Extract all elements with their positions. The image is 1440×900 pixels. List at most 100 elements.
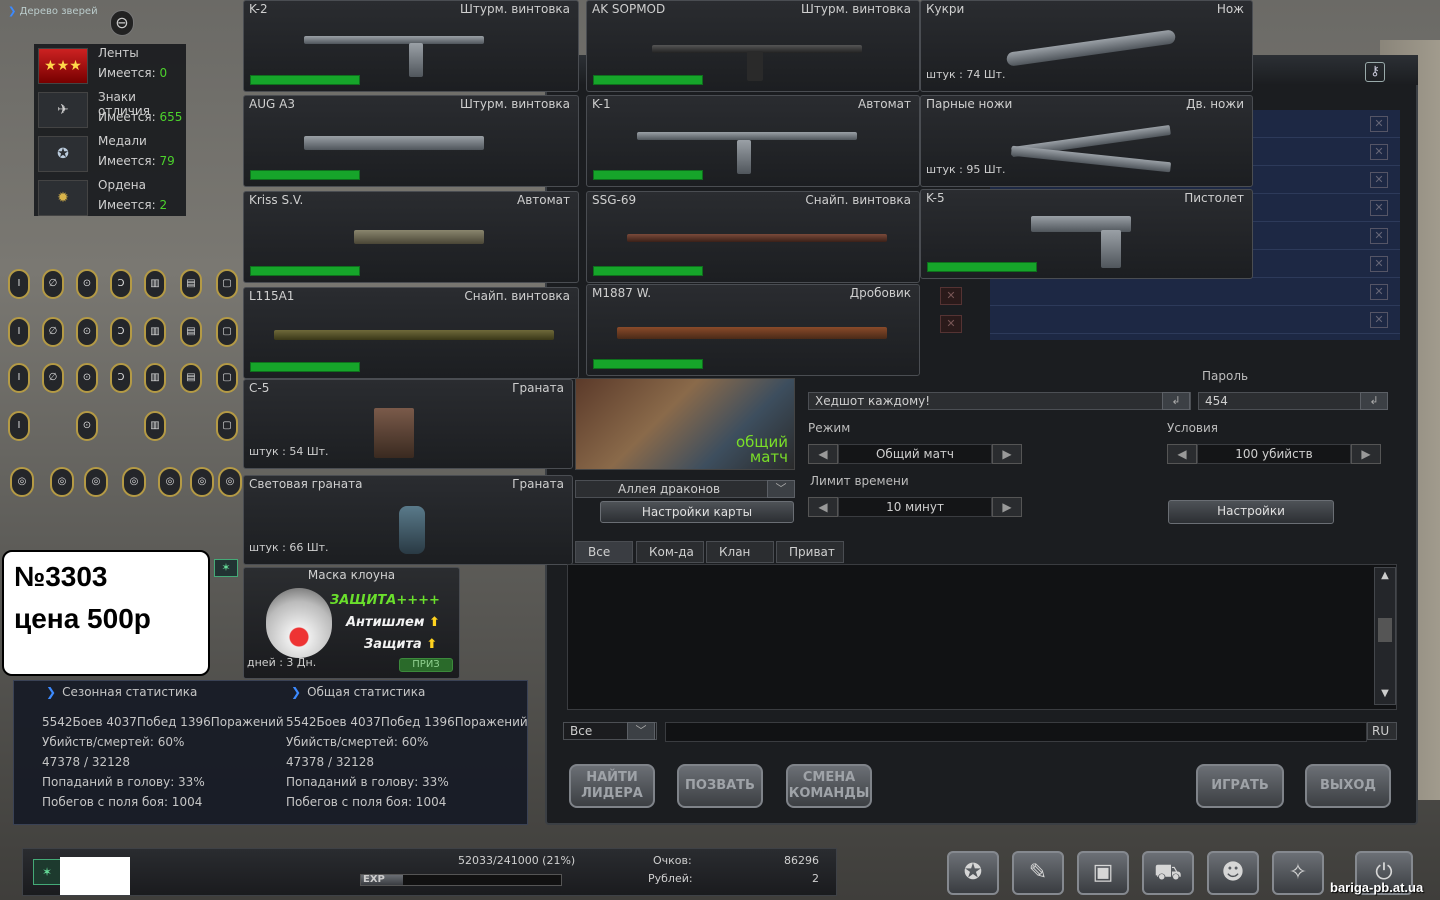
close-slot-icon[interactable]: ✕	[1370, 256, 1388, 272]
weapon-card[interactable]: K-5 Пистолет	[920, 189, 1253, 279]
rank-node-icon[interactable]: ▥	[144, 269, 166, 299]
rank-node-icon[interactable]: ⊙	[76, 317, 98, 347]
rank-node-icon[interactable]: ⊙	[76, 269, 98, 299]
badge-insignia[interactable]: ✈ Знаки отличия Имеется: 655	[34, 88, 186, 132]
tab-team[interactable]: Ком-да	[636, 541, 704, 563]
rank-node-icon[interactable]: ▥	[144, 363, 166, 393]
rank-node-icon[interactable]: Ⅰ	[8, 411, 30, 441]
rank-node-icon[interactable]: ∅	[42, 317, 64, 347]
shop-cart-icon[interactable]: ⛟	[1142, 851, 1194, 895]
room-title-field[interactable]: Хедшот каждому!	[808, 392, 1191, 410]
close-slot-icon[interactable]: ✕	[1370, 172, 1388, 188]
tab-all[interactable]: Все	[575, 541, 633, 563]
settings-wrench-icon[interactable]: ✧	[1272, 851, 1324, 895]
weapon-card[interactable]: Кукри Нож штук : 74 Шт.	[920, 0, 1253, 92]
weapon-card[interactable]: AK SOPMOD Штурм. винтовка	[586, 0, 920, 92]
scroll-down-icon[interactable]: ▼	[1377, 688, 1393, 702]
map-thumbnail[interactable]: общий матч	[575, 378, 795, 470]
rank-node-icon[interactable]: ⊙	[76, 363, 98, 393]
smg-icon	[354, 230, 484, 244]
switch-team-button[interactable]: СМЕНА КОМАНДЫ	[786, 764, 872, 808]
close-slot-icon[interactable]: ✕	[1370, 200, 1388, 216]
chevron-down-icon[interactable]: ﹀	[767, 480, 795, 498]
key-icon[interactable]: ⚷	[1365, 62, 1385, 82]
rank-node-icon[interactable]: ◎	[10, 467, 34, 497]
edit-icon[interactable]: ↲	[1162, 392, 1190, 410]
rank-node-icon[interactable]: ▥	[144, 317, 166, 347]
rank-node-icon[interactable]: ▢	[216, 363, 238, 393]
play-button[interactable]: ИГРАТЬ	[1196, 764, 1284, 808]
rank-node-icon[interactable]: ◎	[84, 467, 108, 497]
rank-node-icon[interactable]: ⊙	[76, 411, 98, 441]
rank-node-icon[interactable]: ▢	[216, 411, 238, 441]
friends-icon[interactable]: ☻	[1207, 851, 1259, 895]
badge-medals[interactable]: ✪ Медали Имеется: 79	[34, 132, 186, 176]
weapon-card[interactable]: SSG-69 Снайп. винтовка	[586, 191, 920, 283]
inventory-bag-icon[interactable]: ▣	[1077, 851, 1129, 895]
rank-node-icon[interactable]: ▤	[180, 363, 202, 393]
rank-node-icon[interactable]: Ↄ	[110, 317, 132, 347]
clan-emblem-icon[interactable]: ✪	[947, 851, 999, 895]
clown-mask-card[interactable]: Маска клоуна ЗАЩИТА++++ Антишлем ⬆ Защит…	[243, 567, 460, 679]
scroll-thumb[interactable]	[1378, 618, 1392, 642]
weapon-card[interactable]: Kriss S.V. Автомат	[243, 191, 579, 283]
map-select[interactable]: Аллея драконов	[575, 480, 795, 498]
tab-private[interactable]: Приват	[776, 541, 844, 563]
close-slot-icon[interactable]: ✕	[1370, 284, 1388, 300]
rank-node-icon[interactable]: ◎	[158, 467, 182, 497]
edit-icon[interactable]: ↲	[1360, 392, 1388, 410]
close-slot-icon[interactable]: ✕	[1370, 312, 1388, 328]
close-slot-icon[interactable]: ✕	[940, 287, 962, 305]
map-settings-button[interactable]: Настройки карты	[600, 501, 794, 523]
notepad-icon[interactable]: ✎	[1012, 851, 1064, 895]
close-slot-icon[interactable]: ✕	[1370, 228, 1388, 244]
room-settings-button[interactable]: Настройки	[1168, 500, 1334, 524]
prev-arrow-icon[interactable]: ◀	[808, 444, 838, 464]
weapon-card[interactable]: Световая граната Граната штук : 66 Шт.	[243, 475, 573, 565]
exit-button[interactable]: ВЫХОД	[1305, 764, 1391, 808]
weapon-card[interactable]: K-2 Штурм. винтовка	[243, 0, 579, 92]
weapon-card[interactable]: AUG A3 Штурм. винтовка	[243, 95, 579, 187]
next-arrow-icon[interactable]: ▶	[992, 497, 1022, 517]
rank-node-icon[interactable]: ◎	[122, 467, 146, 497]
close-slot-icon[interactable]: ✕	[1370, 116, 1388, 132]
weapon-card[interactable]: C-5 Граната штук : 54 Шт.	[243, 379, 573, 469]
weapon-card[interactable]: L115A1 Снайп. винтовка	[243, 287, 579, 379]
collapse-button[interactable]: ⊖	[110, 10, 134, 36]
tab-clan[interactable]: Клан	[706, 541, 774, 563]
rank-node-icon[interactable]: ∅	[42, 363, 64, 393]
rank-node-icon[interactable]: ◎	[218, 467, 242, 497]
rank-node-icon[interactable]: Ↄ	[110, 269, 132, 299]
rank-node-icon[interactable]: ∅	[42, 269, 64, 299]
weapon-card[interactable]: M1887 W. Дробовик	[586, 284, 920, 376]
weapon-card[interactable]: K-1 Автомат	[586, 95, 920, 187]
player-slot[interactable]: ✕	[990, 278, 1400, 306]
language-toggle[interactable]: RU	[1367, 722, 1397, 740]
rank-node-icon[interactable]: ▢	[216, 269, 238, 299]
prev-arrow-icon[interactable]: ◀	[808, 497, 838, 517]
rank-node-icon[interactable]: ▥	[144, 411, 166, 441]
scroll-up-icon[interactable]: ▲	[1377, 570, 1393, 584]
chevron-down-icon[interactable]: ﹀	[627, 722, 655, 740]
rank-node-icon[interactable]: Ⅰ	[8, 269, 30, 299]
invite-button[interactable]: ПОЗВАТЬ	[677, 764, 763, 808]
weapon-card[interactable]: Парные ножи Дв. ножи штук : 95 Шт.	[920, 95, 1253, 187]
badge-ribbons[interactable]: ★★★ Ленты Имеется: 0	[34, 44, 186, 88]
rank-node-icon[interactable]: ▤	[180, 317, 202, 347]
rank-node-icon[interactable]: Ⅰ	[8, 317, 30, 347]
rank-node-icon[interactable]: ▤	[180, 269, 202, 299]
rank-node-icon[interactable]: ◎	[50, 467, 74, 497]
close-slot-icon[interactable]: ✕	[1370, 144, 1388, 160]
next-arrow-icon[interactable]: ▶	[1351, 444, 1381, 464]
prev-arrow-icon[interactable]: ◀	[1167, 444, 1197, 464]
next-arrow-icon[interactable]: ▶	[992, 444, 1022, 464]
rank-node-icon[interactable]: ▢	[216, 317, 238, 347]
chat-input[interactable]	[665, 722, 1367, 742]
player-slot[interactable]: ✕	[990, 306, 1400, 334]
rank-node-icon[interactable]: Ⅰ	[8, 363, 30, 393]
chat-scrollbar[interactable]: ▲ ▼	[1374, 567, 1396, 705]
find-leader-button[interactable]: НАЙТИ ЛИДЕРА	[569, 764, 655, 808]
rank-node-icon[interactable]: Ↄ	[110, 363, 132, 393]
rank-node-icon[interactable]: ◎	[190, 467, 214, 497]
close-slot-icon[interactable]: ✕	[940, 315, 962, 333]
